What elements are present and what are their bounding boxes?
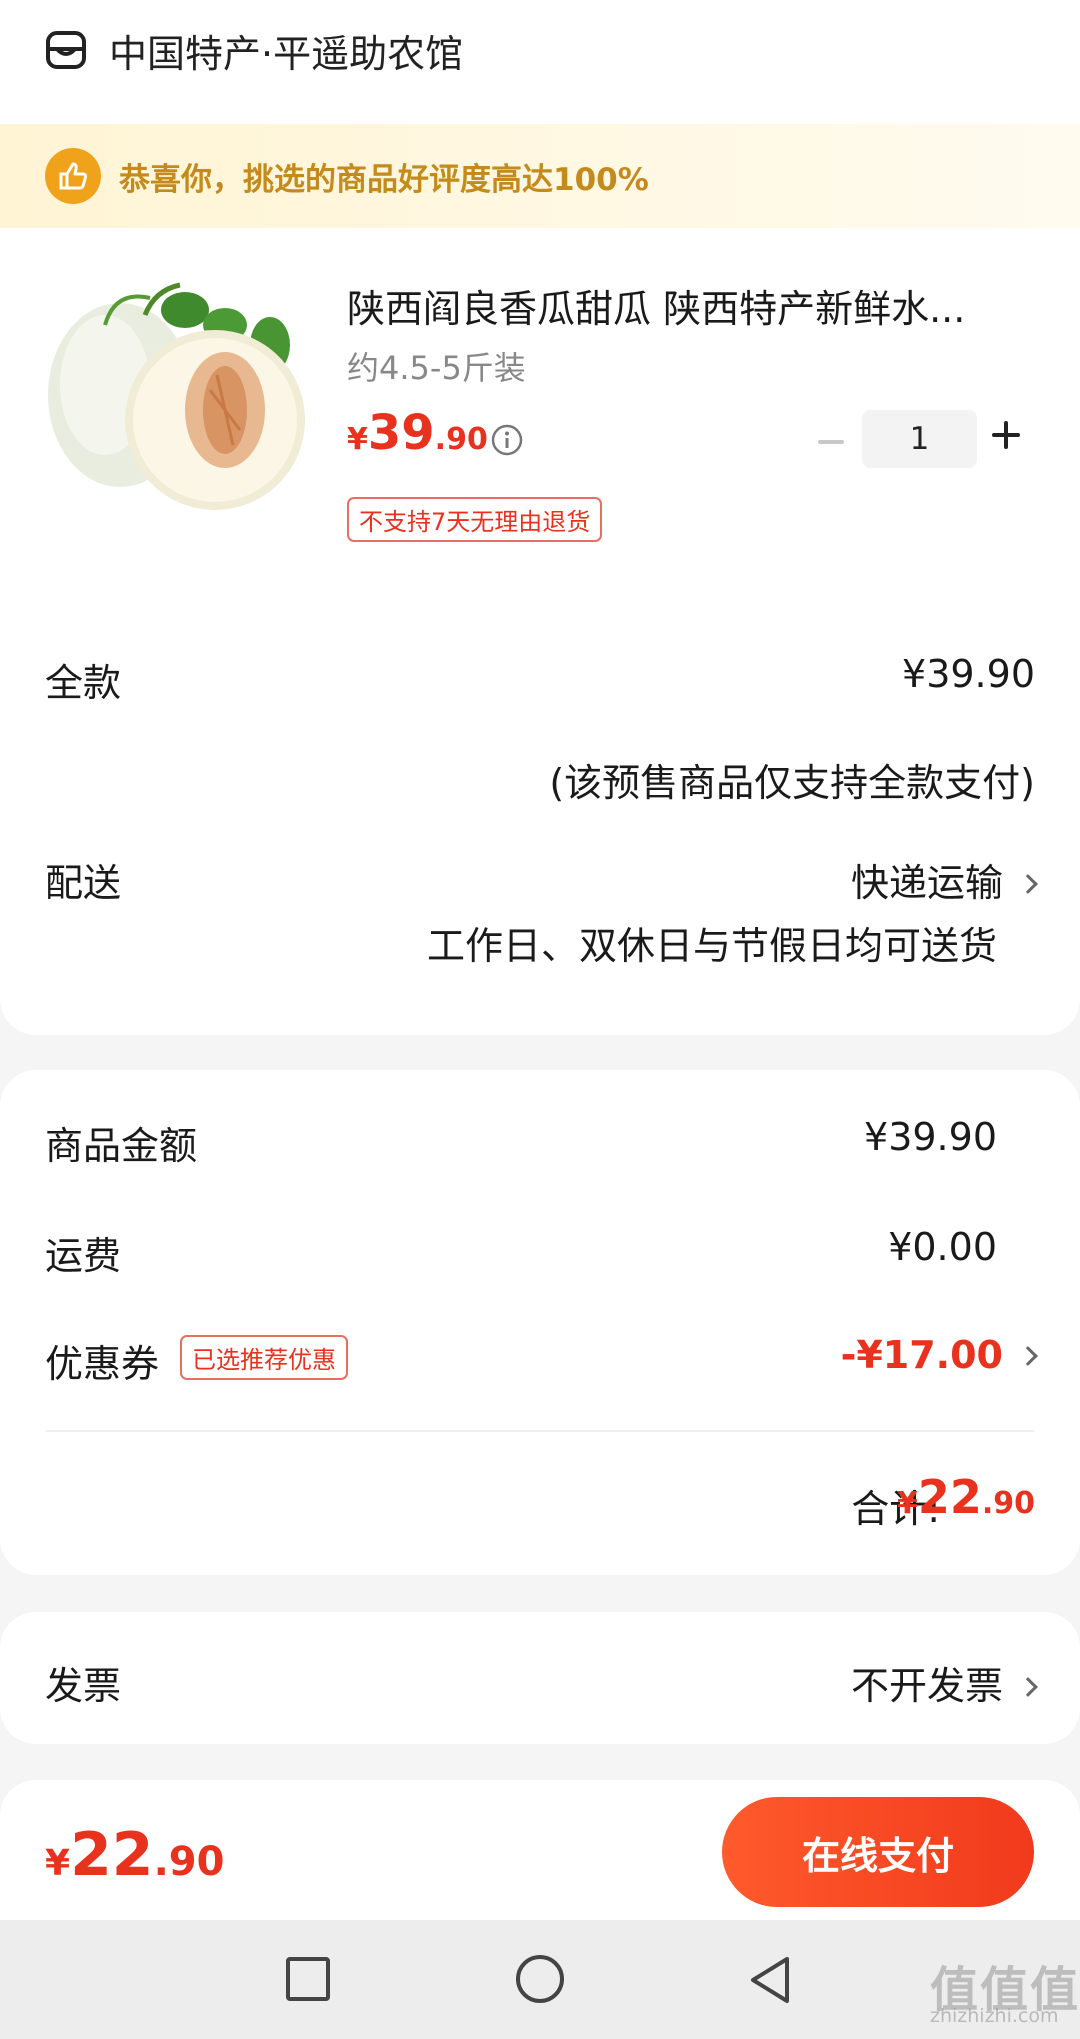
invoice-label: 发票: [45, 1664, 122, 1708]
delivery-note: 工作日、双休日与节假日均可送货: [426, 924, 997, 968]
total-integer: 22: [917, 1470, 982, 1524]
coupon-label: 优惠券: [45, 1342, 160, 1386]
pay-integer: 22: [70, 1820, 154, 1890]
chevron-right-icon: [1018, 1346, 1038, 1366]
price-currency: ¥: [347, 422, 368, 457]
quantity-input[interactable]: 1: [862, 410, 977, 468]
banner-text: 恭喜你，挑选的商品好评度高达100%: [119, 161, 649, 198]
melon-image[interactable]: [45, 270, 310, 520]
return-policy-tag: 不支持7天无理由退货: [347, 497, 603, 542]
product-price: ¥ 39 .90: [347, 405, 488, 461]
info-icon[interactable]: [490, 423, 524, 457]
coupon-row[interactable]: -¥17.00: [840, 1333, 1038, 1377]
coupon-tag: 已选推荐优惠: [180, 1335, 348, 1380]
store-name: 中国特产·平遥助农馆: [109, 31, 464, 76]
thumbs-up-icon: [45, 148, 101, 204]
store-header[interactable]: 中国特产·平遥助农馆: [45, 22, 463, 78]
price-integer: 39: [367, 405, 435, 461]
rating-banner: 恭喜你，挑选的商品好评度高达100%: [0, 124, 1080, 228]
quantity-increase-button[interactable]: [992, 421, 1020, 449]
total-currency: ¥: [896, 1486, 918, 1521]
invoice-row[interactable]: 不开发票: [850, 1655, 1038, 1710]
pay-currency: ¥: [45, 1843, 71, 1884]
pay-decimal: .90: [153, 1839, 225, 1885]
chevron-right-icon: [1018, 874, 1038, 894]
payment-mode-note: (该预售商品仅支持全款支付): [549, 761, 1035, 805]
invoice-value: 不开发票: [850, 1664, 1003, 1708]
online-pay-button[interactable]: 在线支付: [722, 1797, 1034, 1907]
quantity-decrease-button[interactable]: [818, 440, 844, 444]
delivery-method-row[interactable]: 快递运输: [850, 852, 1038, 907]
shipping-fee-value: ¥0.00: [888, 1225, 997, 1269]
goods-amount-label: 商品金额: [45, 1124, 198, 1168]
payment-mode-value: ¥39.90: [902, 652, 1035, 696]
total-amount: ¥ 22 .90: [897, 1470, 1035, 1524]
product-title[interactable]: 陕西阎良香瓜甜瓜 陕西特产新鲜水...: [347, 278, 965, 333]
price-decimal: .90: [434, 422, 488, 457]
home-icon[interactable]: [516, 1955, 564, 2003]
delivery-method: 快递运输: [850, 861, 1003, 905]
divider: [45, 1430, 1035, 1432]
total-decimal: .90: [981, 1486, 1035, 1521]
coupon-value: -¥17.00: [840, 1333, 1003, 1377]
store-icon: [46, 31, 86, 69]
back-icon[interactable]: [745, 1954, 795, 2006]
pay-amount: ¥ 22 .90: [45, 1820, 224, 1890]
product-spec: 约4.5-5斤装: [347, 349, 526, 387]
chevron-right-icon: [1018, 1677, 1038, 1697]
watermark-url: zhizhizhi.com: [930, 2005, 1059, 2027]
goods-amount-value: ¥39.90: [864, 1115, 997, 1159]
shipping-fee-label: 运费: [45, 1234, 122, 1278]
payment-mode-label: 全款: [45, 661, 122, 705]
recent-apps-icon[interactable]: [286, 1957, 330, 2001]
delivery-label: 配送: [45, 861, 122, 905]
